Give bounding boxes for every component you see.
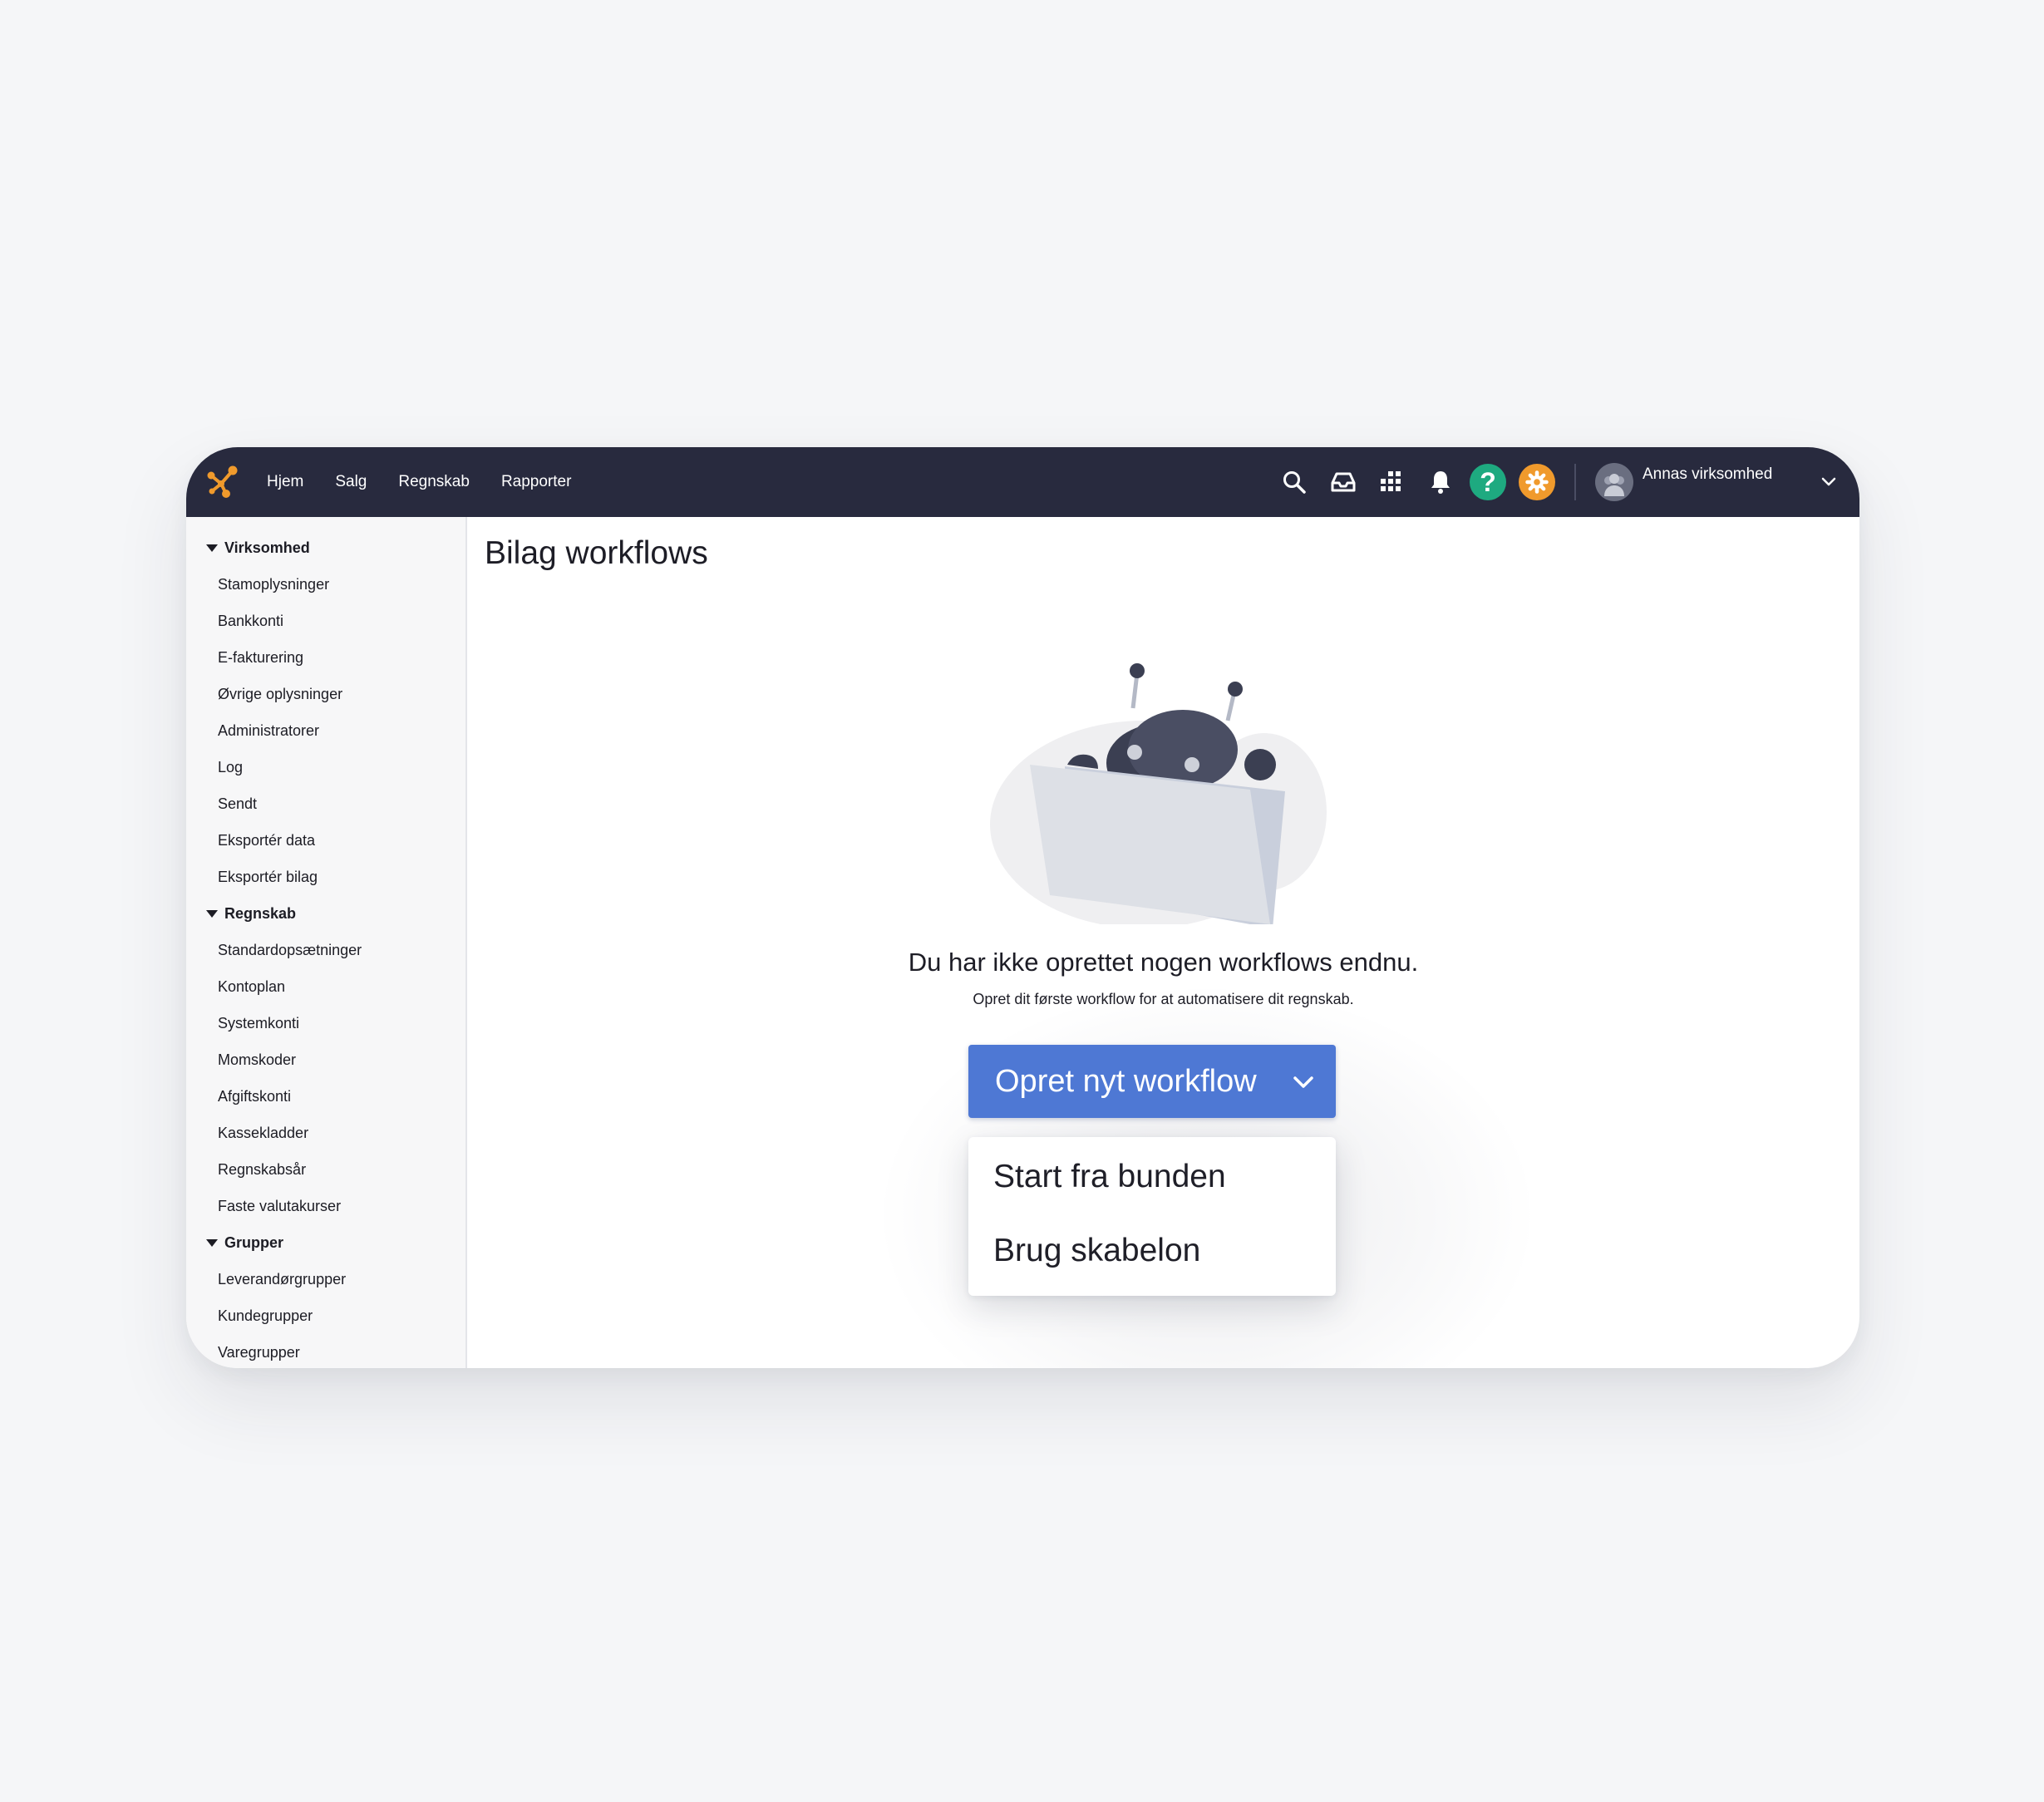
search-icon[interactable]: [1276, 464, 1313, 500]
page-title: Bilag workflows: [485, 535, 708, 571]
sidebar-item-systemkonti[interactable]: Systemkonti: [186, 1005, 465, 1041]
sidebar-item-momskoder[interactable]: Momskoder: [186, 1041, 465, 1078]
sidebar-item-standardopsaetninger[interactable]: Standardopsætninger: [186, 932, 465, 968]
app-logo-icon[interactable]: [204, 464, 241, 500]
nav-item-hjem[interactable]: Hjem: [267, 473, 303, 491]
sidebar-section-label: Regnskab: [224, 904, 297, 922]
sidebar-section-regnskab[interactable]: Regnskab: [186, 895, 465, 932]
inbox-icon[interactable]: [1325, 464, 1362, 500]
sidebar-item-sendt[interactable]: Sendt: [186, 785, 465, 822]
robot-folder-illustration: [990, 663, 1327, 924]
menu-item-start-fra-bunden[interactable]: Start fra bunden: [993, 1159, 1226, 1195]
sidebar-section-virksomhed[interactable]: Virksomhed: [186, 529, 465, 566]
avatar[interactable]: [1595, 463, 1633, 501]
sidebar-section-label: Virksomhed: [224, 539, 310, 556]
sidebar-item-kassekladder[interactable]: Kassekladder: [186, 1115, 465, 1151]
settings-sidebar: Virksomhed Stamoplysninger Bankkonti E-f…: [186, 517, 467, 1368]
sidebar-item-kontoplan[interactable]: Kontoplan: [186, 968, 465, 1005]
sidebar-item-log[interactable]: Log: [186, 749, 465, 785]
nav-item-regnskab[interactable]: Regnskab: [398, 473, 470, 491]
app-window: Hjem Salg Regnskab Rapporter ? Annas vir…: [186, 447, 1859, 1368]
chevron-down-icon[interactable]: [1817, 470, 1840, 494]
svg-text:?: ?: [1480, 467, 1496, 497]
sidebar-item-kundegrupper[interactable]: Kundegrupper: [186, 1297, 465, 1334]
settings-icon[interactable]: [1519, 464, 1555, 500]
create-workflow-menu: Start fra bunden Brug skabelon: [968, 1137, 1336, 1296]
top-navigation-bar: Hjem Salg Regnskab Rapporter ? Annas vir…: [186, 447, 1859, 517]
sidebar-item-stamoplysninger[interactable]: Stamoplysninger: [186, 566, 465, 603]
nav-item-rapporter[interactable]: Rapporter: [501, 473, 572, 491]
sidebar-item-administratorer[interactable]: Administratorer: [186, 712, 465, 749]
help-icon[interactable]: ?: [1470, 464, 1506, 500]
nav-item-salg[interactable]: Salg: [335, 473, 367, 491]
sidebar-item-varegrupper[interactable]: Varegrupper: [186, 1334, 465, 1368]
sidebar-item-bankkonti[interactable]: Bankkonti: [186, 603, 465, 639]
toolbar-divider: [1574, 464, 1576, 500]
caret-down-icon: [206, 909, 218, 918]
apps-grid-icon[interactable]: [1373, 464, 1410, 500]
sidebar-item-e-fakturering[interactable]: E-fakturering: [186, 639, 465, 676]
bell-icon[interactable]: [1422, 464, 1459, 500]
sidebar-item-eksporter-data[interactable]: Eksportér data: [186, 822, 465, 859]
main-content: Bilag workflows Du har ikke oprettet nog…: [467, 517, 1859, 1368]
create-workflow-label: Opret nyt workflow: [995, 1063, 1257, 1099]
company-name[interactable]: Annas virksomhed: [1643, 465, 1772, 484]
sidebar-item-eksporter-bilag[interactable]: Eksportér bilag: [186, 859, 465, 895]
sidebar-section-grupper[interactable]: Grupper: [186, 1224, 465, 1261]
main-nav: Hjem Salg Regnskab Rapporter: [267, 447, 571, 517]
empty-state-title: Du har ikke oprettet nogen workflows end…: [908, 948, 1419, 977]
sidebar-item-regnskabsar[interactable]: Regnskabsår: [186, 1151, 465, 1188]
caret-down-icon: [206, 544, 218, 552]
sidebar-item-afgiftskonti[interactable]: Afgiftskonti: [186, 1078, 465, 1115]
sidebar-section-label: Grupper: [224, 1233, 284, 1251]
sidebar-item-ovrige-oplysninger[interactable]: Øvrige oplysninger: [186, 676, 465, 712]
chevron-down-icon: [1293, 1076, 1313, 1088]
create-workflow-button[interactable]: Opret nyt workflow: [968, 1045, 1336, 1118]
sidebar-item-faste-valutakurser[interactable]: Faste valutakurser: [186, 1188, 465, 1224]
sidebar-item-leverandorgrupper[interactable]: Leverandørgrupper: [186, 1261, 465, 1297]
menu-item-brug-skabelon[interactable]: Brug skabelon: [993, 1233, 1200, 1269]
caret-down-icon: [206, 1238, 218, 1247]
